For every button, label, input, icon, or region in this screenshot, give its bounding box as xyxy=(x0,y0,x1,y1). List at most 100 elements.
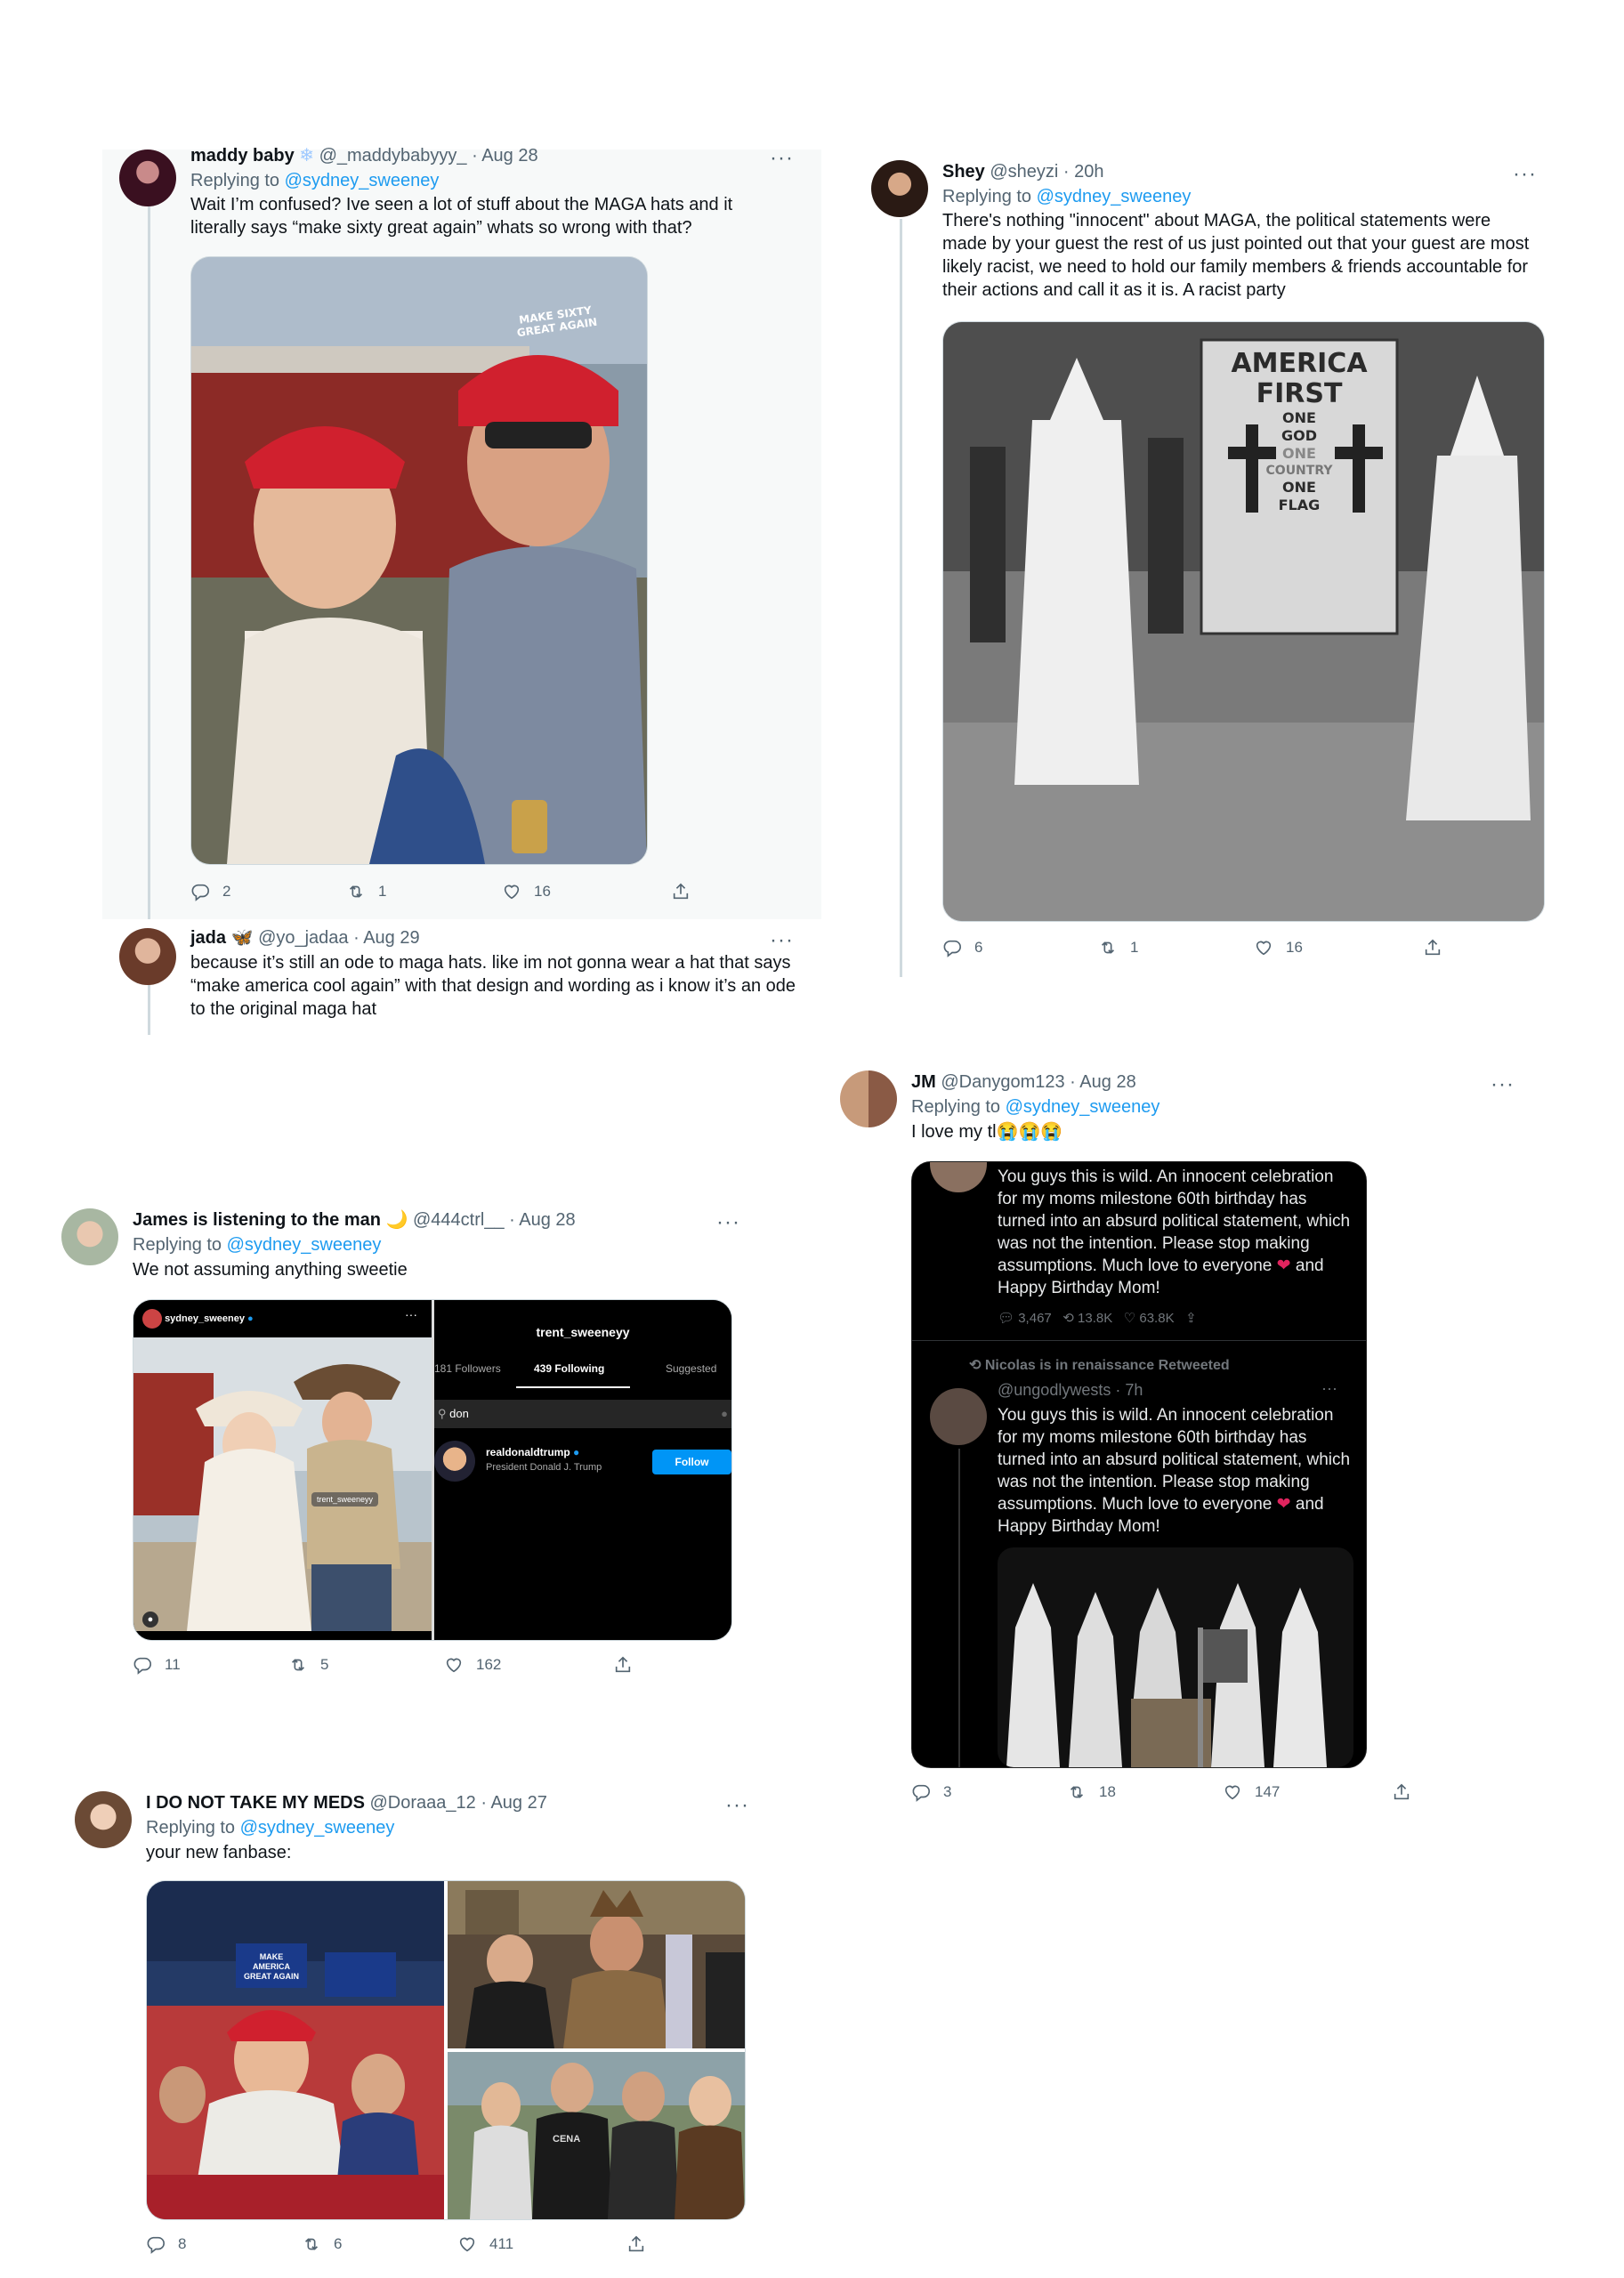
reply-button[interactable]: 3 xyxy=(911,1782,951,1802)
tweet-card-james: James is listening to the man 🌙 @444ctrl… xyxy=(44,1192,756,1677)
tweet-header: maddy baby ❄ @_maddybabyyy_ · Aug 28 xyxy=(190,144,538,167)
more-options-icon[interactable]: ··· xyxy=(770,148,794,169)
action-bar: 11 5 162 xyxy=(133,1655,649,1682)
like-button[interactable]: 147 xyxy=(1223,1782,1280,1802)
tweet-photo-grid[interactable]: MAKE AMERICA GREAT AGAIN CENA xyxy=(146,1880,746,2220)
display-name[interactable]: James is listening to the man xyxy=(133,1210,381,1230)
reply-icon xyxy=(190,882,210,901)
like-button[interactable]: 16 xyxy=(502,882,551,901)
handle-and-date[interactable]: @yo_jadaa · Aug 29 xyxy=(258,928,420,948)
display-name[interactable]: maddy baby xyxy=(190,146,295,166)
grid-photo-rally[interactable]: MAKE AMERICA GREAT AGAIN xyxy=(147,1881,444,2219)
reply-icon xyxy=(146,2234,166,2254)
replying-to: Replying to @sydney_sweeney xyxy=(133,1233,381,1256)
retweet-button[interactable]: 1 xyxy=(1098,938,1138,957)
display-name[interactable]: jada xyxy=(190,928,226,948)
heart-emoji: ❤ xyxy=(1276,1495,1291,1514)
like-button[interactable]: 162 xyxy=(444,1655,501,1675)
mention-link[interactable]: @sydney_sweeney xyxy=(227,1235,382,1255)
reply-count: 3 xyxy=(943,1783,952,1800)
grid-photo-capitol[interactable] xyxy=(448,1881,745,2048)
embedded-avatar xyxy=(930,1162,987,1192)
more-options-icon[interactable]: ··· xyxy=(716,1212,740,1233)
banner-line: AMERICA xyxy=(1231,348,1368,379)
replying-to: Replying to @sydney_sweeney xyxy=(911,1095,1159,1119)
display-name[interactable]: I DO NOT TAKE MY MEDS xyxy=(146,1793,365,1813)
mention-link[interactable]: @sydney_sweeney xyxy=(1006,1097,1160,1117)
profile-title: trent_sweeneyy xyxy=(536,1325,630,1339)
tweet-photo[interactable]: AMERICA FIRST ONE GOD ONE COUNTRY ONE FL… xyxy=(942,321,1545,922)
share-button[interactable] xyxy=(613,1655,633,1675)
tweet-card-shey: Shey @sheyzi · 20h ··· Replying to @sydn… xyxy=(854,149,1562,977)
avatar[interactable] xyxy=(119,149,176,206)
share-button[interactable] xyxy=(671,882,691,901)
search-input: ⚲ don ● xyxy=(434,1400,731,1428)
reply-button[interactable]: 11 xyxy=(133,1655,181,1675)
shirt-text: CENA xyxy=(553,2134,581,2145)
share-button[interactable] xyxy=(1423,938,1442,957)
avatar[interactable] xyxy=(119,928,176,985)
share-button[interactable] xyxy=(626,2234,646,2254)
embedded-retweet-count: 13.8K xyxy=(1078,1311,1113,1326)
followers-tab: 181 Followers xyxy=(434,1362,501,1375)
retweet-count: 18 xyxy=(1099,1783,1116,1800)
like-button[interactable]: 411 xyxy=(457,2234,513,2254)
tweet-media-pair[interactable]: sydney_sweeney ● ··· trent_sweeneyy ● tr… xyxy=(133,1299,732,1641)
mention-link[interactable]: @sydney_sweeney xyxy=(285,171,440,190)
ig-tag-label: trent_sweeneyy xyxy=(311,1492,379,1507)
mention-link[interactable]: @sydney_sweeney xyxy=(240,1818,395,1838)
retweet-icon: ⟲ xyxy=(969,1358,982,1373)
like-button[interactable]: 16 xyxy=(1254,938,1303,957)
retweet-icon: ⟲ xyxy=(1062,1311,1074,1326)
more-options-icon[interactable]: ··· xyxy=(725,1795,749,1816)
reply-button[interactable]: 8 xyxy=(146,2234,186,2254)
retweet-button[interactable]: 18 xyxy=(1067,1782,1116,1802)
retweet-count: 1 xyxy=(1130,939,1139,956)
retweet-icon xyxy=(302,2234,321,2254)
more-options-icon[interactable]: ··· xyxy=(770,930,794,951)
following-tab: 439 Following xyxy=(534,1362,605,1375)
replying-to: Replying to @sydney_sweeney xyxy=(190,169,439,192)
reply-button[interactable]: 2 xyxy=(190,882,230,901)
grid-photo-group[interactable]: CENA xyxy=(448,2052,745,2219)
more-options-icon[interactable]: ··· xyxy=(1491,1074,1515,1095)
embedded-photo xyxy=(998,1547,1353,1767)
photo-rally-crowd xyxy=(147,1881,444,2219)
more-options-icon[interactable]: ··· xyxy=(1513,164,1537,185)
share-button[interactable] xyxy=(1392,1782,1411,1802)
tweet-header: Shey @sheyzi · 20h xyxy=(942,160,1104,183)
display-name[interactable]: Shey xyxy=(942,162,985,182)
avatar[interactable] xyxy=(871,160,928,217)
handle-and-date[interactable]: @sheyzi · 20h xyxy=(990,162,1103,182)
banner-line: ONE xyxy=(1282,445,1316,462)
replying-prefix: Replying to xyxy=(133,1235,227,1255)
verified-icon: ● xyxy=(573,1446,580,1458)
banner-line: FLAG xyxy=(1278,497,1321,513)
retweet-button[interactable]: 1 xyxy=(346,882,386,901)
tweet-photo[interactable]: MAKE SIXTY GREAT AGAIN xyxy=(190,256,648,865)
avatar[interactable] xyxy=(75,1791,132,1848)
embedded-text: You guys this is wild. An innocent celeb… xyxy=(998,1404,1353,1538)
tweet-screenshot[interactable]: You guys this is wild. An innocent celeb… xyxy=(911,1161,1367,1768)
like-icon xyxy=(1254,938,1273,957)
banner-america-first: AMERICA FIRST ONE GOD ONE COUNTRY ONE FL… xyxy=(1210,349,1388,514)
moon-icon: 🌙 xyxy=(385,1210,408,1230)
retweet-button[interactable]: 6 xyxy=(302,2234,342,2254)
display-name[interactable]: JM xyxy=(911,1072,936,1092)
ig-username: sydney_sweeney xyxy=(165,1313,245,1324)
verified-icon: ● xyxy=(247,1313,254,1324)
mention-link[interactable]: @sydney_sweeney xyxy=(1037,187,1192,206)
handle-and-date[interactable]: @444ctrl__ · Aug 28 xyxy=(413,1210,576,1230)
reply-button[interactable]: 6 xyxy=(942,938,982,957)
handle-and-date[interactable]: @_maddybabyyy_ · Aug 28 xyxy=(319,146,538,166)
handle-and-date[interactable]: @Danygom123 · Aug 28 xyxy=(941,1072,1135,1092)
avatar[interactable] xyxy=(840,1070,897,1127)
tweet-header: I DO NOT TAKE MY MEDS @Doraaa_12 · Aug 2… xyxy=(146,1791,547,1814)
handle-and-date[interactable]: @Doraaa_12 · Aug 27 xyxy=(370,1793,547,1813)
thread-line xyxy=(958,1449,960,1767)
more-options-icon: ··· xyxy=(1321,1379,1337,1397)
avatar[interactable] xyxy=(61,1208,118,1265)
retweet-button[interactable]: 5 xyxy=(288,1655,328,1675)
share-icon xyxy=(626,2234,646,2254)
like-icon: ♡ xyxy=(1123,1311,1136,1326)
